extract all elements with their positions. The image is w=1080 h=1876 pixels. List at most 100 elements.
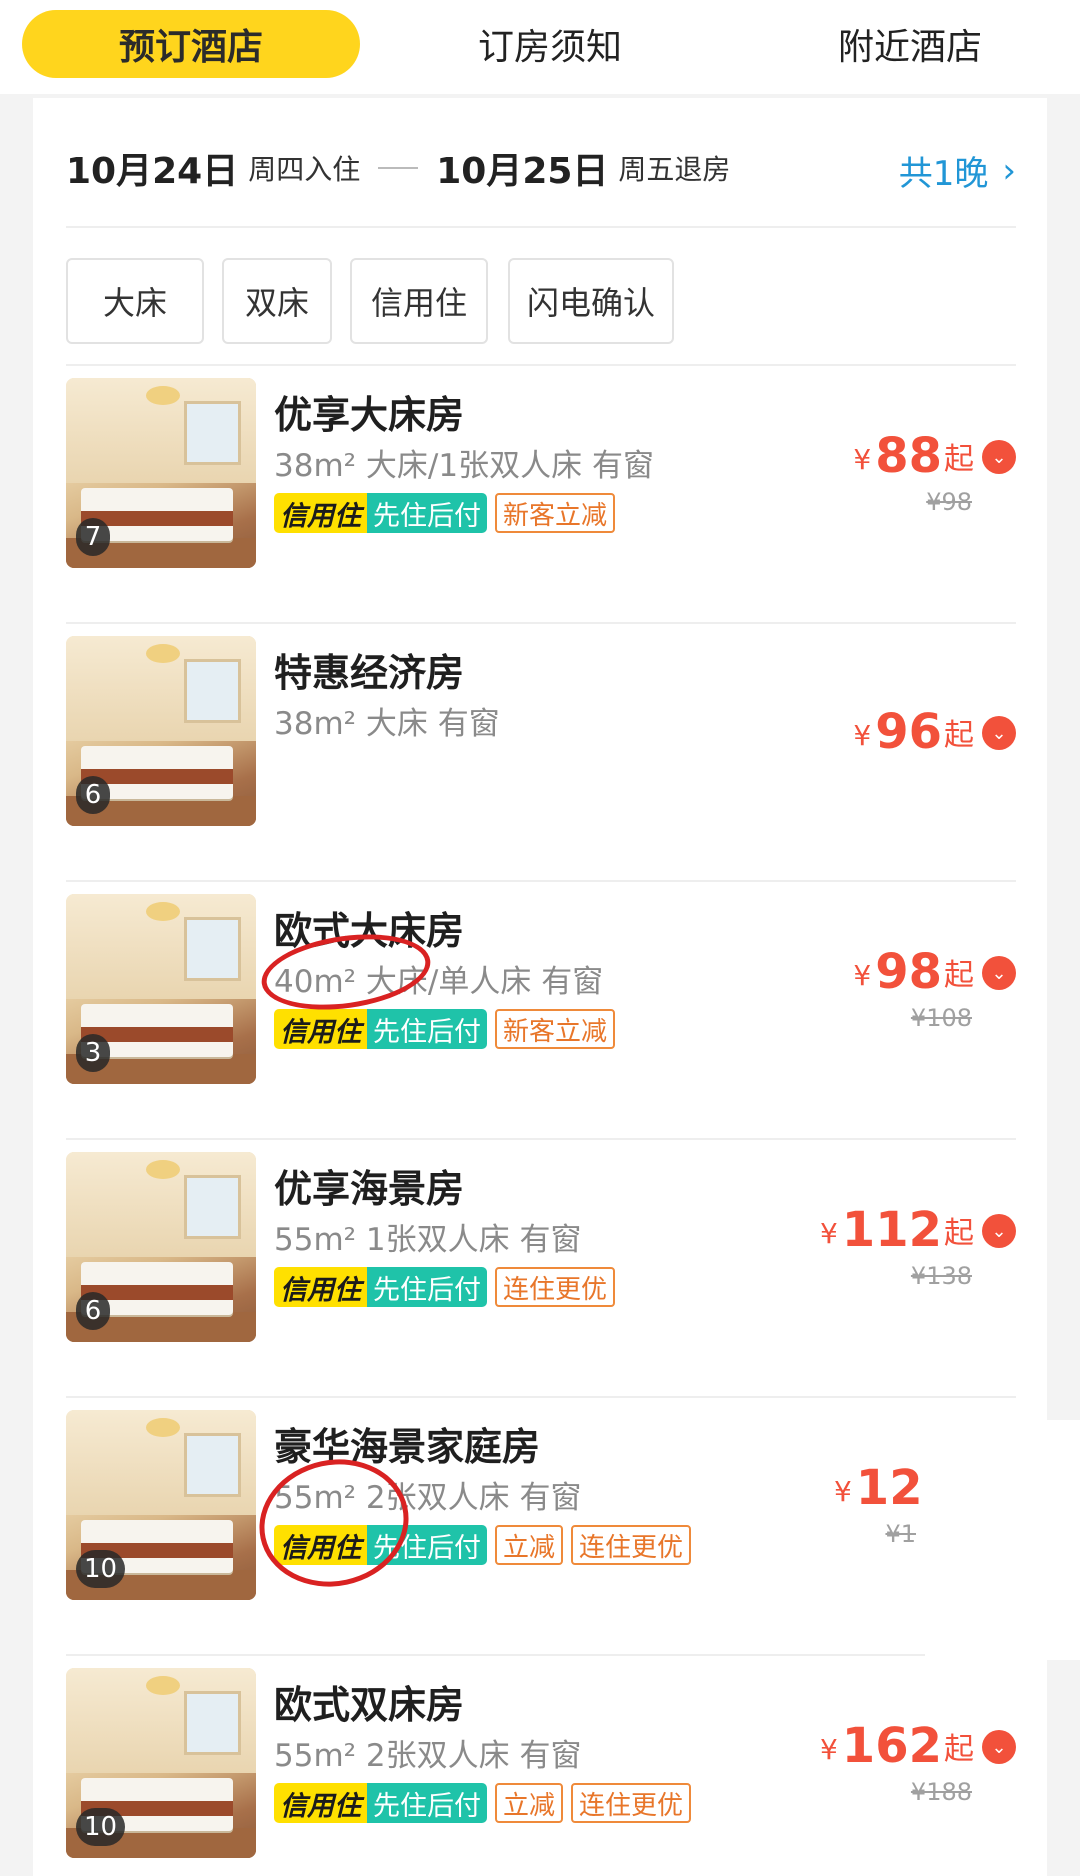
currency-symbol: ¥ [819,1217,838,1250]
price-value: 98 [875,944,942,1000]
currency-symbol: ¥ [833,1475,852,1508]
credit-label: 信用住 [274,1267,367,1307]
chevron-down-icon[interactable]: ⌄ [982,1214,1016,1248]
price-value: 112 [841,1202,942,1258]
currency-symbol: ¥ [853,443,872,476]
chevron-down-icon[interactable]: ⌄ [982,440,1016,474]
room-item[interactable]: 10 欧式双床房 55m² 2张双人床 有窗 信用住 先住后付 立减 连住更优 … [66,1656,1016,1876]
top-tab-bar: 预订酒店 订房须知 附近酒店 [0,0,1080,94]
date-separator [378,167,419,169]
room-tags: 信用住 先住后付 连住更优 [274,1266,616,1308]
room-photo[interactable]: 7 [66,378,256,568]
currency-symbol: ¥ [819,1733,838,1766]
original-price: ¥1 [885,1520,916,1548]
checkin-label: 周四入住 [248,153,361,186]
pay-later-label: 先住后付 [367,1009,487,1049]
price-value: 162 [841,1718,942,1774]
room-item[interactable]: 10 豪华海景家庭房 55m² 2张双人床 有窗 信用住 先住后付 立减 连住更… [66,1398,1016,1656]
room-item[interactable]: 3 欧式大床房 40m² 大床/单人床 有窗 信用住 先住后付 新客立减 ¥ 9… [66,882,1016,1140]
price-suffix: 起 [944,958,974,993]
room-item[interactable]: 6 优享海景房 55m² 1张双人床 有窗 信用住 先住后付 连住更优 ¥ 11… [66,1140,1016,1398]
room-price[interactable]: ¥ 162 起 ⌄ [796,1710,1016,1770]
room-item[interactable]: 7 优享大床房 38m² 大床/1张双人床 有窗 信用住 先住后付 新客立减 ¥… [66,366,1016,624]
price-suffix: 起 [944,1216,974,1251]
promo-tag: 连住更优 [571,1783,692,1823]
price-suffix: 起 [944,1732,974,1767]
room-info: 40m² 大床/单人床 有窗 [274,964,604,1000]
room-photo[interactable]: 6 [66,1152,256,1342]
filter-twin-bed[interactable]: 双床 [222,258,332,344]
room-price[interactable]: ¥ 88 起 ⌄ [796,420,1016,480]
credit-label: 信用住 [274,1009,367,1049]
room-photo[interactable]: 6 [66,636,256,826]
price-suffix: 起 [944,718,974,753]
credit-stay-badge: 信用住 先住后付 [274,1783,487,1823]
filter-instant-confirm[interactable]: 闪电确认 [508,258,674,344]
chevron-right-icon: › [1002,150,1016,191]
room-tags: 信用住 先住后付 新客立减 [274,492,616,534]
photo-count-badge: 3 [76,1034,110,1072]
promo-tag: 立减 [495,1525,564,1565]
tab-nearby-hotels[interactable]: 附近酒店 [760,10,1060,78]
room-info: 55m² 1张双人床 有窗 [274,1222,582,1258]
image-mask [925,1420,1080,1660]
filter-credit-stay[interactable]: 信用住 [350,258,488,344]
room-price[interactable]: ¥ 112 起 ⌄ [796,1194,1016,1254]
promo-tag: 新客立减 [495,493,616,533]
tab-booking-notice[interactable]: 订房须知 [400,10,700,78]
credit-label: 信用住 [274,1783,367,1823]
pay-later-label: 先住后付 [367,493,487,533]
room-info: 55m² 2张双人床 有窗 [274,1738,582,1774]
divider [66,226,1016,228]
room-price[interactable]: ¥ 96 起 ⌄ [796,696,1016,756]
room-info: 55m² 2张双人床 有窗 [274,1480,582,1516]
chevron-down-icon[interactable]: ⌄ [982,716,1016,750]
photo-count-badge: 6 [76,776,110,814]
date-selector[interactable]: 10月24日 周四入住 10月25日 周五退房 共1晚 › [66,138,1016,198]
room-name: 豪华海景家庭房 [274,1425,541,1469]
credit-stay-badge: 信用住 先住后付 [274,1009,487,1049]
price-suffix: 起 [944,442,974,477]
nights-label: 共1晚 [898,154,989,194]
room-photo[interactable]: 10 [66,1668,256,1858]
filter-king-bed[interactable]: 大床 [66,258,204,344]
room-photo[interactable]: 10 [66,1410,256,1600]
room-name: 优享海景房 [274,1167,465,1211]
room-price[interactable]: ¥ 128 [736,1452,956,1512]
pay-later-label: 先住后付 [367,1783,487,1823]
promo-tag: 连住更优 [571,1525,692,1565]
original-price: ¥188 [910,1778,972,1806]
price-value: 96 [875,704,942,760]
tab-book-hotel[interactable]: 预订酒店 [22,10,360,78]
room-info: 38m² 大床 有窗 [274,706,500,742]
promo-tag: 连住更优 [495,1267,616,1307]
credit-stay-badge: 信用住 先住后付 [274,493,487,533]
room-tags: 信用住 先住后付 新客立减 [274,1008,616,1050]
original-price: ¥98 [926,488,972,516]
original-price: ¥138 [910,1262,972,1290]
currency-symbol: ¥ [853,959,872,992]
checkin-date: 10月24日 [66,151,239,192]
room-photo[interactable]: 3 [66,894,256,1084]
price-value: 88 [875,428,942,484]
room-price[interactable]: ¥ 98 起 ⌄ [796,936,1016,996]
pay-later-label: 先住后付 [367,1267,487,1307]
nights-count[interactable]: 共1晚 › [899,146,1016,195]
chevron-down-icon[interactable]: ⌄ [982,956,1016,990]
room-item[interactable]: 6 特惠经济房 38m² 大床 有窗 ¥ 96 起 ⌄ [66,624,1016,882]
photo-count-badge: 7 [76,518,110,556]
checkout-date: 10月25日 [436,151,609,192]
chevron-down-icon[interactable]: ⌄ [982,1730,1016,1764]
photo-count-badge: 6 [76,1292,110,1330]
photo-count-badge: 10 [76,1808,126,1846]
room-name: 特惠经济房 [274,651,465,695]
promo-tag: 新客立减 [495,1009,616,1049]
room-tags: 信用住 先住后付 立减 连住更优 [274,1782,692,1824]
room-name: 欧式大床房 [274,909,465,953]
credit-stay-badge: 信用住 先住后付 [274,1267,487,1307]
promo-tag: 立减 [495,1783,564,1823]
currency-symbol: ¥ [853,719,872,752]
pay-later-label: 先住后付 [367,1525,487,1565]
room-info: 38m² 大床/1张双人床 有窗 [274,448,654,484]
room-name: 欧式双床房 [274,1683,465,1727]
